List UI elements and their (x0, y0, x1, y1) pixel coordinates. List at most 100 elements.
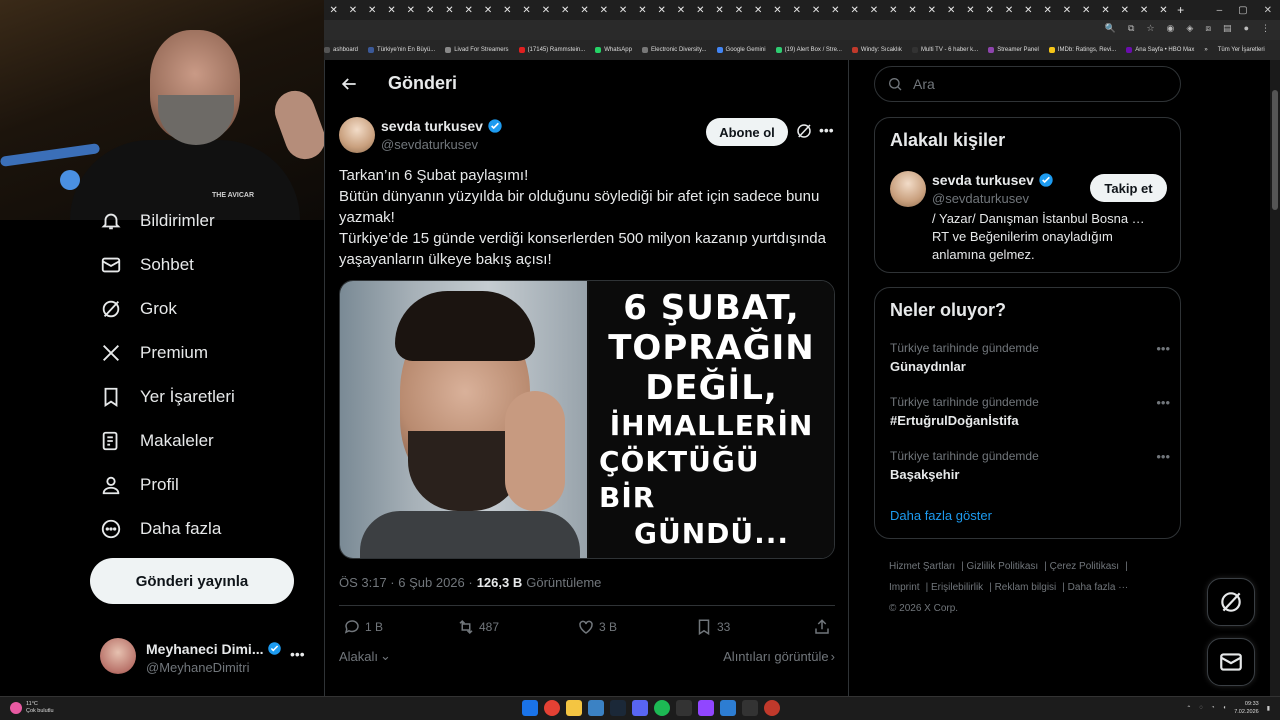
tab-x-logo-icon[interactable]: ✕ (864, 0, 883, 20)
trend-item[interactable]: Türkiye tarihinde gündemde Başakşehir ••… (890, 449, 1170, 482)
bookmark-item[interactable]: Türkiye'nin En Büyü... (368, 47, 435, 53)
new-tab-button[interactable]: + (1177, 3, 1184, 17)
tab-x-logo-icon[interactable]: ✕ (652, 0, 671, 20)
tab-x-logo-icon[interactable]: ✕ (363, 0, 382, 20)
menu-icon[interactable]: ⋮ (1261, 23, 1270, 34)
tab-x-logo-icon[interactable]: ✕ (633, 0, 652, 20)
tab-x-logo-icon[interactable]: ✕ (787, 0, 806, 20)
tab-x-logo-icon[interactable]: ✕ (556, 0, 575, 20)
relevance-dropdown[interactable]: Alakalı ⌄ (339, 648, 391, 664)
tab-x-logo-icon[interactable]: ✕ (382, 0, 401, 20)
share-button[interactable] (813, 618, 831, 636)
tweet-time[interactable]: ÖS 3:17 · 6 Şub 2026 · (339, 575, 473, 590)
notification-icon[interactable]: ▮ (1267, 705, 1270, 712)
tab-x-logo-icon[interactable]: ✕ (999, 0, 1018, 20)
extension-icon[interactable]: ◉ (1167, 23, 1175, 34)
tab-x-logo-icon[interactable]: ✕ (826, 0, 845, 20)
bookmark-item[interactable]: Ana Sayfa • HBO Max (1126, 47, 1194, 53)
chevron-up-icon[interactable]: ⌃ (1186, 705, 1191, 712)
tab-x-logo-icon[interactable]: ✕ (922, 0, 941, 20)
search-box[interactable] (874, 66, 1181, 102)
sidebar-item-premium[interactable]: Premium (100, 338, 208, 368)
extensions-puzzle-icon[interactable]: ⧈ (1205, 23, 1211, 34)
tab-x-logo-icon[interactable]: ✕ (768, 0, 787, 20)
tab-x-logo-icon[interactable]: ✕ (1019, 0, 1038, 20)
bookmark-item[interactable]: Streamer Panel (988, 47, 1039, 53)
tab-x-logo-icon[interactable]: ✕ (575, 0, 594, 20)
tweet-media[interactable]: 6 ŞUBAT, TOPRAĞIN DEĞİL, İHMALLERİN ÇÖKT… (339, 280, 835, 559)
tab-x-logo-icon[interactable]: ✕ (440, 0, 459, 20)
bookmark-item[interactable]: ashboard (324, 47, 358, 53)
repost-button[interactable]: 487 (457, 618, 499, 636)
tab-x-logo-icon[interactable]: ✕ (517, 0, 536, 20)
tab-x-logo-icon[interactable]: ✕ (942, 0, 961, 20)
volume-icon[interactable]: ◖ (1223, 705, 1227, 711)
weather-widget[interactable]: 11°C Çok bulutlu (10, 701, 54, 715)
tab-x-logo-icon[interactable]: ✕ (691, 0, 710, 20)
legal-link[interactable]: Daha fazla ··· (1068, 582, 1129, 593)
tab-x-logo-icon[interactable]: ✕ (613, 0, 632, 20)
star-icon[interactable]: ☆ (1146, 23, 1154, 34)
show-more-link[interactable]: Daha fazla göster (890, 508, 992, 523)
sidebar-item-notifications[interactable]: Bildirimler (100, 206, 215, 236)
more-icon[interactable]: ••• (1156, 449, 1170, 464)
tab-x-logo-icon[interactable]: ✕ (498, 0, 517, 20)
sidebar-item-grok[interactable]: Grok (100, 294, 177, 324)
legal-link[interactable]: Imprint (889, 582, 920, 593)
legal-link[interactable]: Gizlilik Politikası (967, 561, 1039, 572)
more-icon[interactable]: ••• (1156, 395, 1170, 410)
grok-icon[interactable] (795, 122, 813, 140)
tab-x-logo-icon[interactable]: ✕ (729, 0, 748, 20)
bookmark-item[interactable]: IMDb: Ratings, Revi... (1048, 47, 1116, 53)
app-icon[interactable] (764, 700, 780, 716)
trend-item[interactable]: Türkiye tarihinde gündemde Günaydınlar •… (890, 341, 1170, 374)
discord-icon[interactable] (632, 700, 648, 716)
more-icon[interactable]: ••• (290, 646, 305, 662)
sidebar-item-articles[interactable]: Makaleler (100, 426, 214, 456)
messages-fab[interactable] (1207, 638, 1255, 686)
bookmark-item[interactable]: Windy: Sıcaklık (851, 47, 902, 53)
network-icon[interactable]: ◌ (1199, 705, 1203, 711)
legal-link[interactable]: Erişilebilirlik (931, 582, 983, 593)
more-icon[interactable]: ••• (1156, 341, 1170, 356)
spotify-icon[interactable] (654, 700, 670, 716)
sidebar-icon[interactable]: ▤ (1223, 23, 1232, 34)
tab-x-logo-icon[interactable]: ✕ (536, 0, 555, 20)
related-handle[interactable]: @sevdaturkusev (932, 191, 1029, 206)
related-name[interactable]: sevda turkusev (932, 172, 1054, 188)
back-arrow-icon[interactable] (339, 74, 359, 94)
scroll-thumb[interactable] (1272, 90, 1278, 210)
sidebar-item-chat[interactable]: Sohbet (100, 250, 194, 280)
grok-fab[interactable] (1207, 578, 1255, 626)
view-quotes-link[interactable]: Alıntıları görüntüle › (723, 648, 835, 664)
app-icon[interactable] (676, 700, 692, 716)
post-button[interactable]: Gönderi yayınla (90, 558, 294, 604)
bookmark-item[interactable]: Multi TV - 6 haber k... (911, 47, 978, 53)
minimize-icon[interactable]: – (1217, 5, 1223, 16)
legal-link[interactable]: Çerez Politikası (1050, 561, 1119, 572)
bookmark-item[interactable]: (19) Alert Box / Stre... (775, 47, 842, 53)
more-icon[interactable]: ••• (819, 122, 834, 138)
bookmark-button[interactable]: 33 (695, 618, 730, 636)
author-avatar[interactable] (339, 117, 375, 153)
scrollbar[interactable] (1270, 60, 1280, 696)
bookmarks-overflow-button[interactable]: » (1204, 47, 1207, 53)
follow-button[interactable]: Takip et (1090, 174, 1167, 202)
reply-button[interactable]: 1 B (343, 618, 383, 636)
start-icon[interactable] (522, 700, 538, 716)
bookmark-item[interactable]: Google Gemini (716, 47, 766, 53)
folder-icon[interactable] (566, 700, 582, 716)
all-bookmarks-folder[interactable]: Tüm Yer İşaretleri (1218, 47, 1265, 53)
app-icon[interactable] (588, 700, 604, 716)
tab-x-logo-icon[interactable]: ✕ (903, 0, 922, 20)
maximize-icon[interactable]: ▢ (1238, 5, 1247, 16)
tab-x-logo-icon[interactable]: ✕ (980, 0, 999, 20)
close-window-icon[interactable]: ✕ (1264, 5, 1272, 16)
bookmark-item[interactable]: Livad For Streamers (445, 47, 509, 53)
subscribe-button[interactable]: Abone ol (706, 118, 788, 146)
steam-icon[interactable] (610, 700, 626, 716)
like-button[interactable]: 3 B (577, 618, 617, 636)
twitch-icon[interactable] (698, 700, 714, 716)
tab-x-logo-icon[interactable]: ✕ (1134, 0, 1153, 20)
wifi-icon[interactable]: ◔ (1211, 705, 1215, 711)
